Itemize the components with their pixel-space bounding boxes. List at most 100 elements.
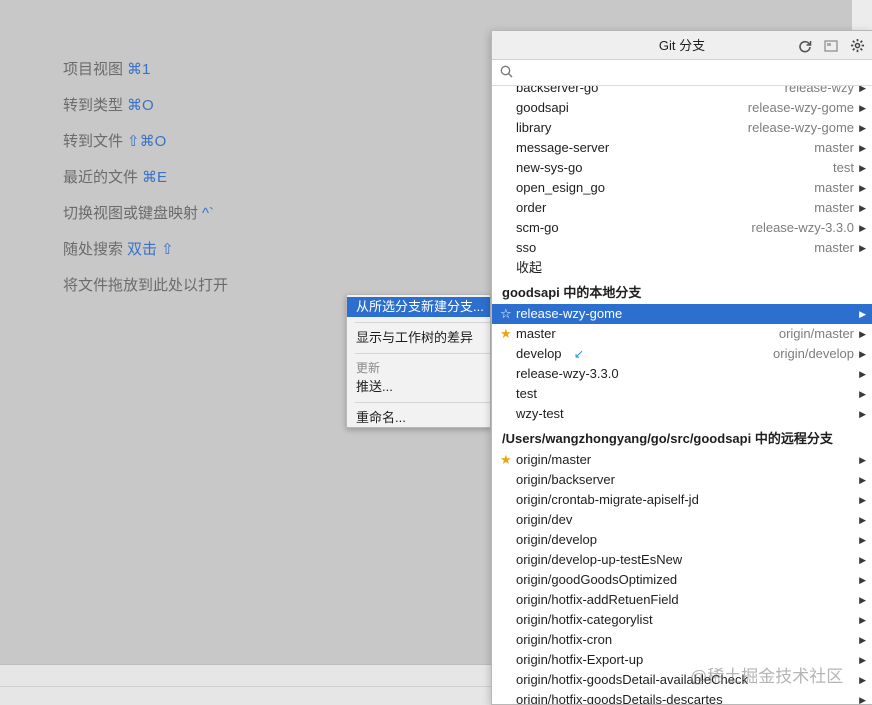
chevron-right-icon: ▶ xyxy=(859,495,866,505)
local-branches-header: goodsapi 中的本地分支 xyxy=(502,285,642,300)
branch-name: test xyxy=(516,386,537,401)
local-branch-item[interactable]: ☆ release-wzy-gome ▶ xyxy=(492,304,872,324)
watermark: @稀土掘金技术社区 xyxy=(690,667,844,686)
remote-branch-item[interactable]: origin/hotfix-goodsDetails-descartes ▶ xyxy=(492,690,872,705)
hint-text: 转到类型 xyxy=(63,97,124,114)
favorite-star-icon[interactable]: ★ xyxy=(500,450,512,470)
new-branch-from-selected-item[interactable]: 从所选分支新建分支... xyxy=(347,297,490,317)
branch-name: sso xyxy=(516,240,537,255)
chevron-right-icon: ▶ xyxy=(859,695,866,705)
branch-context-menu: 从所选分支新建分支... 显示与工作树的差异 更新 推送... 重命名... xyxy=(346,294,491,428)
remote-branch-item[interactable]: origin/backserver ▶ xyxy=(492,470,872,490)
chevron-right-icon: ▶ xyxy=(859,309,866,319)
show-diff-with-worktree-item[interactable]: 显示与工作树的差异 xyxy=(347,328,490,348)
star-outline-icon[interactable]: ☆ xyxy=(500,304,512,324)
branch-name: origin/hotfix-addRetuenField xyxy=(516,592,679,607)
remote-branch-item[interactable]: origin/crontab-migrate-apiself-jd ▶ xyxy=(492,490,872,510)
remote-branch-item[interactable]: origin/dev ▶ xyxy=(492,510,872,530)
remote-branch-item[interactable]: origin/develop ▶ xyxy=(492,530,872,550)
repo-item[interactable]: goodsapi release-wzy-gome ▶ xyxy=(492,98,872,118)
collapse-item[interactable]: 收起 xyxy=(492,258,872,278)
branch-name: release-wzy-gome xyxy=(516,306,623,321)
local-branch-item[interactable]: test ▶ xyxy=(492,384,872,404)
chevron-right-icon: ▶ xyxy=(859,675,866,685)
remote-branch-item[interactable]: origin/hotfix-addRetuenField ▶ xyxy=(492,590,872,610)
chevron-right-icon: ▶ xyxy=(859,655,866,665)
repo-item[interactable]: library release-wzy-gome ▶ xyxy=(492,118,872,138)
chevron-right-icon: ▶ xyxy=(859,143,866,153)
branch-name: 收起 xyxy=(516,260,543,275)
hint-item: 切换视图或键盘映射 ^` xyxy=(63,204,228,240)
favorite-star-icon[interactable]: ★ xyxy=(500,324,512,344)
local-branch-item[interactable]: ★ master origin/master ▶ xyxy=(492,324,872,344)
chevron-right-icon: ▶ xyxy=(859,535,866,545)
hint-item: 转到文件 ⇧⌘O xyxy=(63,132,228,168)
repo-item[interactable]: new-sys-go test ▶ xyxy=(492,158,872,178)
branch-name: origin/backserver xyxy=(516,472,615,487)
branch-search xyxy=(492,60,872,86)
menu-divider xyxy=(355,322,490,323)
branch-name: wzy-test xyxy=(516,406,564,421)
local-branch-item[interactable]: release-wzy-3.3.0 ▶ xyxy=(492,364,872,384)
remote-branch-item[interactable]: origin/hotfix-cron ▶ xyxy=(492,630,872,650)
chevron-right-icon: ▶ xyxy=(859,183,866,193)
tracking-branch: test xyxy=(833,160,854,175)
hint-shortcut: ⌘E xyxy=(142,169,168,186)
remote-branches-header: /Users/wangzhongyang/go/src/goodsapi 中的远… xyxy=(502,431,833,446)
empty-editor-hints: 项目视图 ⌘1 转到类型 ⌘O 转到文件 ⇧⌘O 最近的文件 ⌘E 切换视图或键盘映射 ^` 随处搜… xyxy=(63,60,228,312)
menu-divider xyxy=(355,353,490,354)
remote-branch-item[interactable]: origin/goodGoodsOptimized ▶ xyxy=(492,570,872,590)
hint-shortcut: ⌘1 xyxy=(127,61,151,78)
branch-name: origin/develop xyxy=(516,532,597,547)
search-icon xyxy=(500,65,513,81)
chevron-right-icon: ▶ xyxy=(859,515,866,525)
hint-text: 切换视图或键盘映射 xyxy=(63,205,199,222)
push-item[interactable]: 推送... xyxy=(347,377,490,397)
local-branch-item[interactable]: develop ↙ origin/develop ▶ xyxy=(492,344,872,364)
repo-item[interactable]: scm-go release-wzy-3.3.0 ▶ xyxy=(492,218,872,238)
local-branch-item[interactable]: wzy-test ▶ xyxy=(492,404,872,424)
branch-name: origin/hotfix-Export-up xyxy=(516,652,644,667)
remote-branch-item[interactable]: ★ origin/master ▶ xyxy=(492,450,872,470)
list-item[interactable]: backserver-go release-wzy ▶ xyxy=(492,86,872,98)
branch-name: origin/crontab-migrate-apiself-jd xyxy=(516,492,699,507)
repo-name: backserver-go xyxy=(516,86,599,95)
chevron-right-icon: ▶ xyxy=(859,86,866,93)
tracking-branch: master xyxy=(814,200,854,215)
hint-shortcut: ⇧⌘O xyxy=(127,133,167,150)
tracking-branch: origin/master xyxy=(778,326,854,341)
branch-name: origin/dev xyxy=(516,512,573,527)
hint-text: 转到文件 xyxy=(63,133,124,150)
branch-name: goodsapi xyxy=(516,100,569,115)
remote-branch-item[interactable]: origin/hotfix-categorylist ▶ xyxy=(492,610,872,630)
branch-name: origin/hotfix-goodsDetails-descartes xyxy=(516,692,723,705)
branch-list: backserver-go release-wzy ▶ goodsapi rele… xyxy=(492,86,872,705)
chevron-right-icon: ▶ xyxy=(859,595,866,605)
chevron-right-icon: ▶ xyxy=(859,615,866,625)
repo-item[interactable]: order master ▶ xyxy=(492,198,872,218)
refresh-icon[interactable] xyxy=(796,37,814,55)
gear-icon[interactable] xyxy=(848,37,866,55)
rename-item[interactable]: 重命名... xyxy=(347,408,490,428)
hint-shortcut: ⌘O xyxy=(127,97,154,114)
repo-item[interactable]: sso master ▶ xyxy=(492,238,872,258)
branch-name: library xyxy=(516,120,552,135)
branch-name: new-sys-go xyxy=(516,160,583,175)
git-branches-popup: Git 分支 backserver-go release-wzy ▶ goods… xyxy=(491,30,872,705)
branch-name: release-wzy-3.3.0 xyxy=(516,366,619,381)
hint-item: 最近的文件 ⌘E xyxy=(63,168,228,204)
hint-item: 随处搜索 双击 ⇧ xyxy=(63,240,228,276)
tracking-branch: origin/develop xyxy=(773,346,854,361)
repo-item[interactable]: message-server master ▶ xyxy=(492,138,872,158)
hint-item: 项目视图 ⌘1 xyxy=(63,60,228,96)
chevron-right-icon: ▶ xyxy=(859,455,866,465)
hint-shortcut: 双击 ⇧ xyxy=(127,241,174,258)
chevron-right-icon: ▶ xyxy=(859,349,866,359)
search-input[interactable] xyxy=(518,63,858,83)
branch-name: message-server xyxy=(516,140,610,155)
tracking-branch: master xyxy=(814,140,854,155)
remote-branch-item[interactable]: origin/develop-up-testEsNew ▶ xyxy=(492,550,872,570)
repo-item[interactable]: open_esign_go master ▶ xyxy=(492,178,872,198)
panel-icon[interactable] xyxy=(822,37,840,55)
branch-name: order xyxy=(516,200,547,215)
